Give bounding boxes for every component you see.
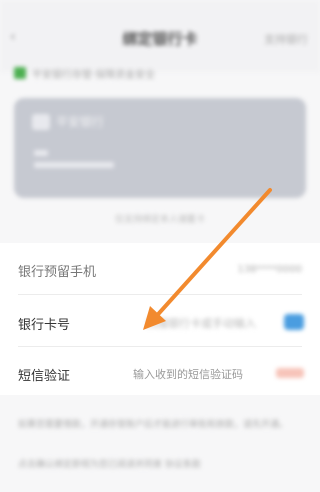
agreement-text[interactable]: 点击确认绑定即视为您已阅读并同意 协议条款 bbox=[18, 458, 308, 472]
get-code-button[interactable] bbox=[276, 368, 304, 378]
header: ‹ 绑定银行卡 支持银行 bbox=[0, 0, 320, 72]
footer-notice: 如果您需要借款，开通存管账户后才能进行审批和放款，请先开通。 bbox=[18, 420, 289, 430]
card-number-label: 银行卡号 bbox=[18, 318, 71, 333]
phone-label: 银行预留手机 bbox=[18, 265, 97, 280]
bank-logo-icon bbox=[32, 114, 50, 130]
sms-code-input[interactable]: 输入收到的短信验证码 bbox=[133, 366, 263, 382]
card-placeholder-line bbox=[34, 150, 48, 156]
sms-label: 短信验证 bbox=[18, 369, 71, 384]
card-caption: 仅支持绑定本人储蓄卡 bbox=[114, 215, 205, 225]
card-number-row[interactable]: 银行卡号 扫描银行卡或手动输入 bbox=[0, 295, 320, 347]
header-right-link[interactable]: 支持银行 bbox=[264, 31, 308, 47]
card-title: 平安银行 bbox=[56, 115, 105, 129]
shield-icon bbox=[14, 67, 26, 79]
sms-row[interactable]: 短信验证 输入收到的短信验证码 bbox=[0, 347, 320, 399]
phone-row[interactable]: 银行预留手机 138****0000 bbox=[0, 243, 320, 295]
card-placeholder-line bbox=[34, 162, 114, 168]
notice-bar: 平安银行存管·保障资金安全 bbox=[14, 64, 314, 82]
phone-value: 138****0000 bbox=[237, 264, 302, 275]
card-number-input[interactable]: 扫描银行卡或手动输入 bbox=[146, 315, 274, 331]
scan-card-icon[interactable] bbox=[284, 314, 304, 330]
notice-text: 平安银行存管·保障资金安全 bbox=[32, 69, 156, 81]
bank-card-preview: 平安银行 bbox=[14, 98, 306, 198]
